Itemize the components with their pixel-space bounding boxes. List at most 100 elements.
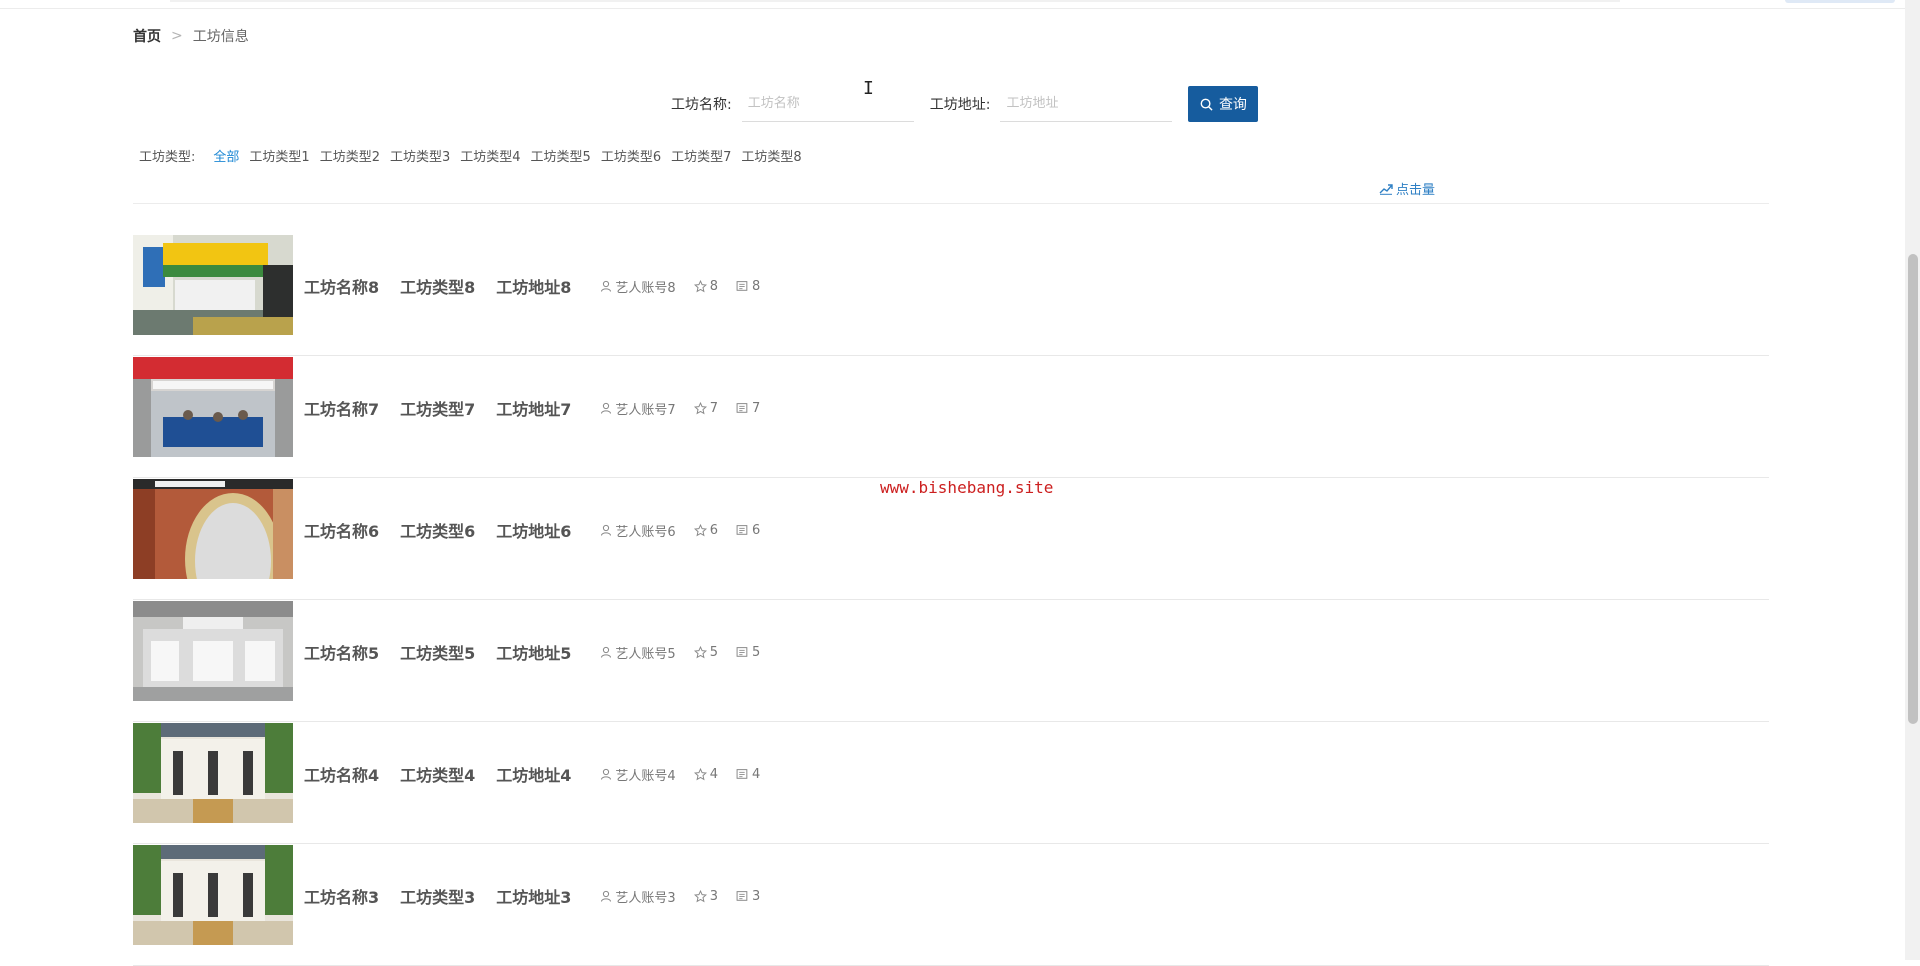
workshop-address: 工坊地址3 <box>496 888 572 907</box>
workshop-thumbnail[interactable] <box>133 601 293 701</box>
user-icon <box>601 646 612 658</box>
workshop-meta: 艺人账号8 8 8 <box>600 277 778 296</box>
artist-account: 艺人账号8 <box>600 277 676 296</box>
artist-account-value: 艺人账号6 <box>615 524 676 540</box>
workshop-name[interactable]: 工坊名称8 <box>304 274 379 298</box>
workshop-meta: 艺人账号5 5 5 <box>600 643 778 662</box>
comments-count: 3 <box>736 889 760 904</box>
type-filter-item[interactable]: 工坊类型2 <box>320 146 380 165</box>
search-icon <box>1200 98 1213 111</box>
address-search-label: 工坊地址: <box>929 97 991 113</box>
favorites-value: 6 <box>709 522 718 538</box>
workshop-row[interactable]: 工坊名称3 工坊类型3 工坊地址3 艺人账号3 3 3 <box>133 844 1769 966</box>
workshop-thumbnail[interactable] <box>133 357 293 457</box>
list-top-divider <box>133 203 1769 204</box>
name-search-input[interactable] <box>741 86 914 122</box>
favorites-value: 5 <box>709 644 718 660</box>
type-filter-item[interactable]: 工坊类型7 <box>671 146 731 165</box>
comment-icon <box>736 768 748 779</box>
workshop-row[interactable]: 工坊名称4 工坊类型4 工坊地址4 艺人账号4 4 4 <box>133 722 1769 844</box>
text-cursor-icon: I <box>863 78 874 99</box>
user-icon <box>601 890 612 902</box>
star-icon <box>693 401 707 414</box>
breadcrumb-home-link[interactable]: 首页 <box>133 26 161 46</box>
workshop-name[interactable]: 工坊名称4 <box>304 762 379 786</box>
workshop-thumbnail[interactable] <box>133 479 293 579</box>
star-icon <box>693 767 707 780</box>
workshop-meta: 艺人账号4 4 4 <box>600 765 778 784</box>
workshop-name[interactable]: 工坊名称5 <box>304 640 379 664</box>
name-search-label: 工坊名称: <box>671 97 732 113</box>
type-filter-item[interactable]: 工坊类型8 <box>741 146 801 165</box>
search-button[interactable]: 查询 <box>1188 86 1259 122</box>
artist-account-value: 艺人账号3 <box>615 890 676 906</box>
favorites-count: 4 <box>693 766 718 782</box>
workshop-fields: 工坊名称8 工坊类型8 工坊地址8 艺人账号8 8 8 <box>304 274 778 298</box>
favorites-value: 4 <box>709 766 718 782</box>
comments-value: 8 <box>751 278 761 294</box>
workshop-row[interactable]: 工坊名称7 工坊类型7 工坊地址7 艺人账号7 7 7 <box>133 356 1769 478</box>
favorites-value: 8 <box>709 278 718 294</box>
workshop-thumbnail[interactable] <box>133 235 293 335</box>
workshop-thumbnail[interactable] <box>133 845 293 945</box>
workshop-meta: 艺人账号3 3 3 <box>600 887 778 906</box>
workshop-address: 工坊地址5 <box>496 644 572 663</box>
breadcrumb-current: 工坊信息 <box>192 29 249 45</box>
comment-icon <box>736 524 748 535</box>
favorites-count: 3 <box>693 889 718 904</box>
comments-value: 4 <box>751 766 761 782</box>
comments-value: 3 <box>751 888 761 904</box>
favorites-value: 7 <box>709 400 718 416</box>
artist-account: 艺人账号5 <box>600 643 676 662</box>
workshop-type: 工坊类型6 <box>400 522 476 541</box>
comment-icon <box>736 402 748 413</box>
breadcrumb: 首页 > 工坊信息 <box>133 26 249 46</box>
scrollbar-thumb[interactable] <box>1908 254 1918 724</box>
top-nav-strip <box>170 0 1620 2</box>
sort-by-clicks[interactable]: 点击量 <box>1379 179 1435 198</box>
star-icon <box>693 889 707 902</box>
scrollbar[interactable] <box>1905 0 1920 960</box>
user-icon <box>601 280 612 292</box>
workshop-name[interactable]: 工坊名称6 <box>304 518 379 542</box>
workshop-fields: 工坊名称3 工坊类型3 工坊地址3 艺人账号3 3 3 <box>304 884 778 908</box>
workshop-type: 工坊类型3 <box>400 888 476 907</box>
workshop-address: 工坊地址4 <box>496 766 572 785</box>
breadcrumb-separator: > <box>171 28 183 44</box>
star-icon <box>693 279 707 292</box>
artist-account-value: 艺人账号8 <box>615 280 676 296</box>
comments-count: 7 <box>736 401 760 416</box>
favorites-count: 7 <box>693 400 718 416</box>
star-icon <box>693 523 707 536</box>
workshop-name[interactable]: 工坊名称7 <box>304 396 379 420</box>
artist-account: 艺人账号6 <box>600 521 676 540</box>
comments-count: 4 <box>736 767 760 782</box>
favorites-count: 8 <box>693 278 718 294</box>
workshop-address: 工坊地址8 <box>496 278 572 297</box>
workshop-thumbnail[interactable] <box>133 723 293 823</box>
artist-account: 艺人账号7 <box>600 399 676 418</box>
workshop-row[interactable]: 工坊名称8 工坊类型8 工坊地址8 艺人账号8 8 8 <box>133 234 1769 356</box>
workshop-fields: 工坊名称7 工坊类型7 工坊地址7 艺人账号7 7 7 <box>304 396 778 420</box>
workshop-fields: 工坊名称5 工坊类型5 工坊地址5 艺人账号5 5 5 <box>304 640 778 664</box>
favorites-count: 5 <box>693 644 718 660</box>
top-nav-button-edge[interactable] <box>1785 0 1895 3</box>
user-icon <box>601 768 612 780</box>
search-bar: 工坊名称: 工坊地址: 查询 <box>671 86 1259 122</box>
workshop-name[interactable]: 工坊名称3 <box>304 884 379 908</box>
comments-count: 8 <box>736 279 760 294</box>
watermark: www.bishebang.site <box>880 478 1054 497</box>
type-filter-item[interactable]: 全部 <box>213 146 239 165</box>
address-search-input[interactable] <box>1000 86 1173 122</box>
comments-value: 7 <box>751 400 761 416</box>
type-filter-item[interactable]: 工坊类型4 <box>460 146 520 165</box>
workshop-meta: 艺人账号7 7 7 <box>600 399 778 418</box>
workshop-row[interactable]: 工坊名称5 工坊类型5 工坊地址5 艺人账号5 5 5 <box>133 600 1769 722</box>
type-filter-item[interactable]: 工坊类型3 <box>390 146 450 165</box>
type-filter-item[interactable]: 工坊类型1 <box>249 146 309 165</box>
user-icon <box>601 524 612 536</box>
comments-count: 6 <box>736 523 760 538</box>
artist-account: 艺人账号3 <box>600 887 676 906</box>
type-filter-item[interactable]: 工坊类型6 <box>601 146 661 165</box>
type-filter-item[interactable]: 工坊类型5 <box>531 146 591 165</box>
